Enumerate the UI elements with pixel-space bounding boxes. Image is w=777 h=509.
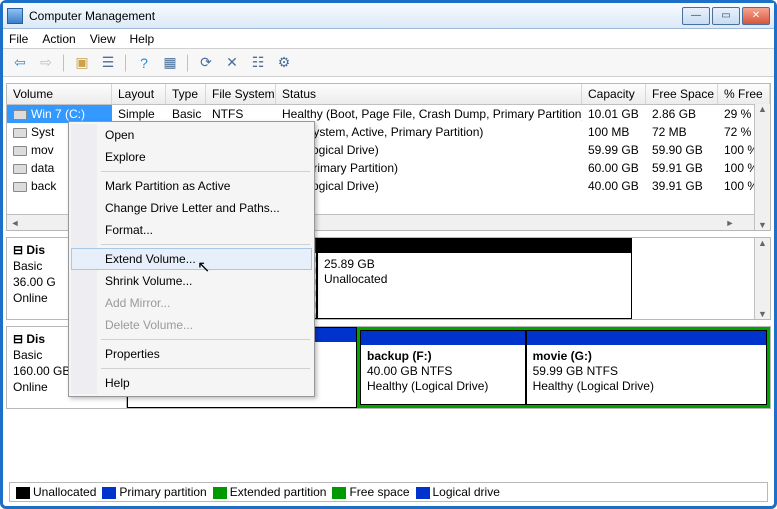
col-capacity[interactable]: Capacity [582, 84, 646, 104]
col-status[interactable]: Status [276, 84, 582, 104]
drive-icon [13, 146, 27, 156]
menu-item[interactable]: Help [71, 372, 312, 394]
legend-item: Unallocated [16, 485, 96, 499]
window-title: Computer Management [29, 9, 682, 23]
title-bar: Computer Management — ▭ ✕ [3, 3, 774, 29]
extended-partition-group: backup (F:)40.00 GB NTFSHealthy (Logical… [357, 327, 770, 408]
tool-icon[interactable]: ⚙ [273, 52, 295, 74]
detail-icon[interactable]: ▦ [159, 52, 181, 74]
forward-button[interactable]: ⇨ [35, 52, 57, 74]
menu-item[interactable]: Extend Volume... [71, 248, 312, 270]
refresh-icon[interactable]: ⟳ [195, 52, 217, 74]
col-layout[interactable]: Layout [112, 84, 166, 104]
menu-item[interactable]: Explore [71, 146, 312, 168]
menu-item[interactable]: Properties [71, 343, 312, 365]
context-menu: OpenExplore Mark Partition as ActiveChang… [68, 121, 315, 397]
menu-separator [101, 368, 310, 369]
legend-item: Logical drive [416, 485, 500, 499]
col-freespace[interactable]: Free Space [646, 84, 718, 104]
menu-separator [101, 171, 310, 172]
vertical-scrollbar[interactable] [754, 104, 770, 230]
menu-item[interactable]: Open [71, 124, 312, 146]
volume-header-row: Volume Layout Type File System Status Ca… [7, 84, 770, 105]
col-volume[interactable]: Volume [7, 84, 112, 104]
menu-bar: File Action View Help [3, 29, 774, 49]
drive-icon [13, 182, 27, 192]
legend-item: Primary partition [102, 485, 206, 499]
toolbar: ⇦ ⇨ ▣ ☰ ? ▦ ⟳ ✕ ☷ ⚙ [3, 49, 774, 77]
menu-help[interactable]: Help [130, 32, 155, 46]
menu-file[interactable]: File [9, 32, 28, 46]
menu-item[interactable]: Shrink Volume... [71, 270, 312, 292]
delete-icon[interactable]: ✕ [221, 52, 243, 74]
menu-separator [101, 244, 310, 245]
menu-item[interactable]: Change Drive Letter and Paths... [71, 197, 312, 219]
app-icon [7, 8, 23, 24]
drive-icon [13, 110, 27, 120]
legend: Unallocated Primary partition Extended par… [9, 482, 768, 502]
drive-icon [13, 128, 27, 138]
menu-view[interactable]: View [90, 32, 116, 46]
minimize-button[interactable]: — [682, 7, 710, 25]
legend-item: Free space [332, 485, 409, 499]
menu-item: Delete Volume... [71, 314, 312, 336]
separator [187, 54, 189, 72]
separator [125, 54, 127, 72]
disk0-label: Dis [26, 243, 45, 257]
maximize-button[interactable]: ▭ [712, 7, 740, 25]
partition[interactable]: movie (G:)59.99 GB NTFSHealthy (Logical … [526, 330, 767, 405]
help-icon[interactable]: ? [133, 52, 155, 74]
partition[interactable]: backup (F:)40.00 GB NTFSHealthy (Logical… [360, 330, 526, 405]
separator [63, 54, 65, 72]
col-filesystem[interactable]: File System [206, 84, 276, 104]
legend-item: Extended partition [213, 485, 327, 499]
menu-item: Add Mirror... [71, 292, 312, 314]
vertical-scrollbar[interactable] [754, 238, 770, 319]
drive-icon [13, 164, 27, 174]
menu-item[interactable]: Format... [71, 219, 312, 241]
partition[interactable]: 25.89 GBUnallocated [317, 238, 632, 319]
settings-icon[interactable]: ☷ [247, 52, 269, 74]
close-button[interactable]: ✕ [742, 7, 770, 25]
folder-icon[interactable]: ▣ [71, 52, 93, 74]
col-type[interactable]: Type [166, 84, 206, 104]
menu-item[interactable]: Mark Partition as Active [71, 175, 312, 197]
disk1-label: Dis [26, 332, 45, 346]
col-pctfree[interactable]: % Free [718, 84, 770, 104]
menu-action[interactable]: Action [42, 32, 75, 46]
back-button[interactable]: ⇦ [9, 52, 31, 74]
properties-icon[interactable]: ☰ [97, 52, 119, 74]
menu-separator [101, 339, 310, 340]
